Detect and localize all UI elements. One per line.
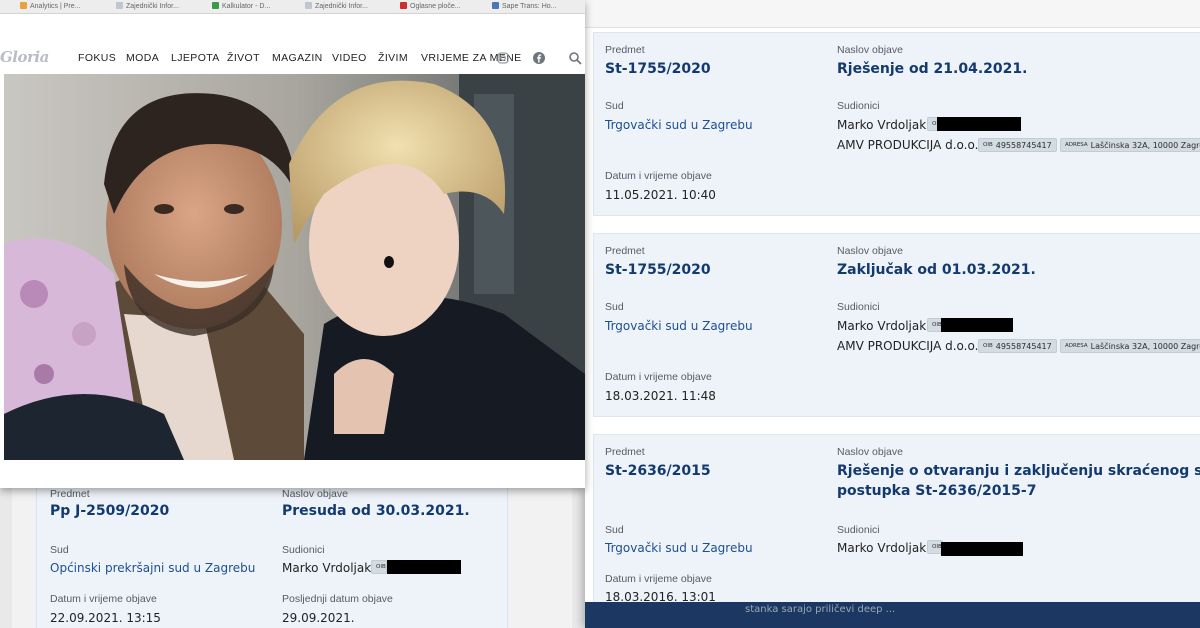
nav-fokus[interactable]: FOKUS xyxy=(78,52,116,64)
predmet-label: Predmet xyxy=(605,446,645,458)
gloria-magazine-window: Analytics | Pre... Zajednički Infor... K… xyxy=(0,0,585,488)
sudionici-label: Sudionici xyxy=(837,100,880,112)
bookmark[interactable]: Analytics | Pre... xyxy=(20,2,80,12)
record-card: Predmet St-2636/2015 Naslov objave Rješe… xyxy=(593,434,1200,610)
instagram-icon[interactable] xyxy=(496,51,510,65)
record-card-bottom: Predmet Pp J-2509/2020 Naslov objave Pre… xyxy=(36,480,508,628)
sud-label: Sud xyxy=(605,524,624,536)
sudionik-name: Marko Vrdoljak xyxy=(837,319,927,333)
sudionici-label: Sudionici xyxy=(837,524,880,536)
naslov-label: Naslov objave xyxy=(837,446,903,458)
redacted-oib xyxy=(387,560,461,574)
company-name: AMV PRODUKCIJA d.o.o. xyxy=(837,138,979,152)
sud-link[interactable]: Trgovački sud u Zagrebu xyxy=(605,541,753,555)
posljednji-value: 29.09.2021. xyxy=(282,611,355,625)
article-hero-photo[interactable] xyxy=(4,74,585,460)
datum-value: 11.05.2021. 10:40 xyxy=(605,188,716,202)
nav-moda[interactable]: MODA xyxy=(126,52,159,64)
redacted-oib xyxy=(941,318,1013,332)
analytics-icon xyxy=(20,2,27,9)
bookmark[interactable]: Kalkulator - D... xyxy=(212,2,270,12)
sud-label: Sud xyxy=(605,100,624,112)
datum-label: Datum i vrijeme objave xyxy=(605,170,712,182)
predmet-label: Predmet xyxy=(50,488,90,500)
sud-label: Sud xyxy=(50,544,69,556)
datum-label: Datum i vrijeme objave xyxy=(605,573,712,585)
naslov-value[interactable]: Zaključak od 01.03.2021. xyxy=(837,262,1036,278)
sud-link[interactable]: Trgovački sud u Zagrebu xyxy=(605,319,753,333)
naslov-value[interactable]: Rješenje od 21.04.2021. xyxy=(837,61,1027,77)
search-icon[interactable] xyxy=(568,51,582,65)
pin-icon xyxy=(400,2,407,9)
adresa-tag: ADRESA Laščinska 32A, 10000 Zagreb xyxy=(1060,339,1200,353)
nav-magazin[interactable]: MAGAZIN xyxy=(272,52,323,64)
naslov-label: Naslov objave xyxy=(837,44,903,56)
posljednji-label: Posljednji datum objave xyxy=(282,593,393,605)
sudionik-name: Marko Vrdoljak xyxy=(837,118,927,132)
datum-value: 18.03.2021. 11:48 xyxy=(605,389,716,403)
predmet-label: Predmet xyxy=(605,44,645,56)
checkbox-icon xyxy=(116,2,123,9)
naslov-label: Naslov objave xyxy=(282,488,348,500)
nav-zivot[interactable]: ŽIVOT xyxy=(227,52,260,64)
globe-icon xyxy=(492,2,499,9)
oib-tag: OIB xyxy=(371,560,387,574)
predmet-label: Predmet xyxy=(605,245,645,257)
oib-tag: OIB 49558745417 xyxy=(978,138,1057,152)
bookmarks-bar: Analytics | Pre... Zajednički Infor... K… xyxy=(0,0,585,14)
redacted-oib xyxy=(937,117,1021,131)
predmet-value[interactable]: St-1755/2020 xyxy=(605,61,711,77)
checkbox-icon xyxy=(305,2,312,9)
window-top-bar xyxy=(585,0,1200,28)
court-records-window: Predmet St-1755/2020 Naslov objave Rješe… xyxy=(585,0,1200,628)
bookmark[interactable]: Zajednički Infor... xyxy=(116,2,179,12)
bookmark[interactable]: Zajednički Infor... xyxy=(305,2,368,12)
datum-label: Datum i vrijeme objave xyxy=(50,593,157,605)
bottom-strip: stanka sarajo priličevi deep ... xyxy=(585,602,1200,628)
company-name: AMV PRODUKCIJA d.o.o. xyxy=(837,339,979,353)
calculator-icon xyxy=(212,2,219,9)
strip-text: stanka sarajo priličevi deep ... xyxy=(745,604,896,615)
sud-link[interactable]: Općinski prekršajni sud u Zagrebu xyxy=(50,561,255,575)
naslov-value[interactable]: Presuda od 30.03.2021. xyxy=(282,503,470,519)
oib-tag: OIB 49558745417 xyxy=(978,339,1057,353)
datum-value: 22.09.2021. 13:15 xyxy=(50,611,161,625)
record-card: Predmet St-1755/2020 Naslov objave Rješe… xyxy=(593,32,1200,216)
facebook-icon[interactable] xyxy=(532,51,546,65)
bookmark[interactable]: Sape Trans: Ho... xyxy=(492,2,556,12)
redacted-oib xyxy=(941,542,1023,556)
predmet-value[interactable]: Pp J-2509/2020 xyxy=(50,503,169,519)
sudionici-label: Sudionici xyxy=(837,301,880,313)
gloria-logo[interactable]: Gloria xyxy=(0,48,49,66)
sudionik-name: Marko Vrdoljak xyxy=(837,541,927,555)
nav-ljepota[interactable]: LJEPOTA xyxy=(171,52,220,64)
naslov-value-line-1[interactable]: Rješenje o otvaranju i zaključenju skrać… xyxy=(837,463,1200,479)
naslov-value-line-2[interactable]: postupka St-2636/2015-7 xyxy=(837,483,1036,499)
datum-label: Datum i vrijeme objave xyxy=(605,371,712,383)
adresa-tag: ADRESA Laščinska 32A, 10000 Zagreb xyxy=(1060,138,1200,152)
predmet-value[interactable]: St-1755/2020 xyxy=(605,262,711,278)
sudionici-label: Sudionici xyxy=(282,544,325,556)
record-card: Predmet St-1755/2020 Naslov objave Zaklj… xyxy=(593,233,1200,417)
sud-link[interactable]: Trgovački sud u Zagrebu xyxy=(605,118,753,132)
nav-zivim[interactable]: ŽIVIM xyxy=(378,52,408,64)
bookmark[interactable]: Oglasne ploče... xyxy=(400,2,461,12)
nav-video[interactable]: VIDEO xyxy=(332,52,367,64)
sudionik-name: Marko Vrdoljak xyxy=(282,561,372,575)
sud-label: Sud xyxy=(605,301,624,313)
site-navigation: Gloria FOKUS MODA LJEPOTA ŽIVOT MAGAZIN … xyxy=(0,40,585,74)
predmet-value[interactable]: St-2636/2015 xyxy=(605,463,711,479)
naslov-label: Naslov objave xyxy=(837,245,903,257)
